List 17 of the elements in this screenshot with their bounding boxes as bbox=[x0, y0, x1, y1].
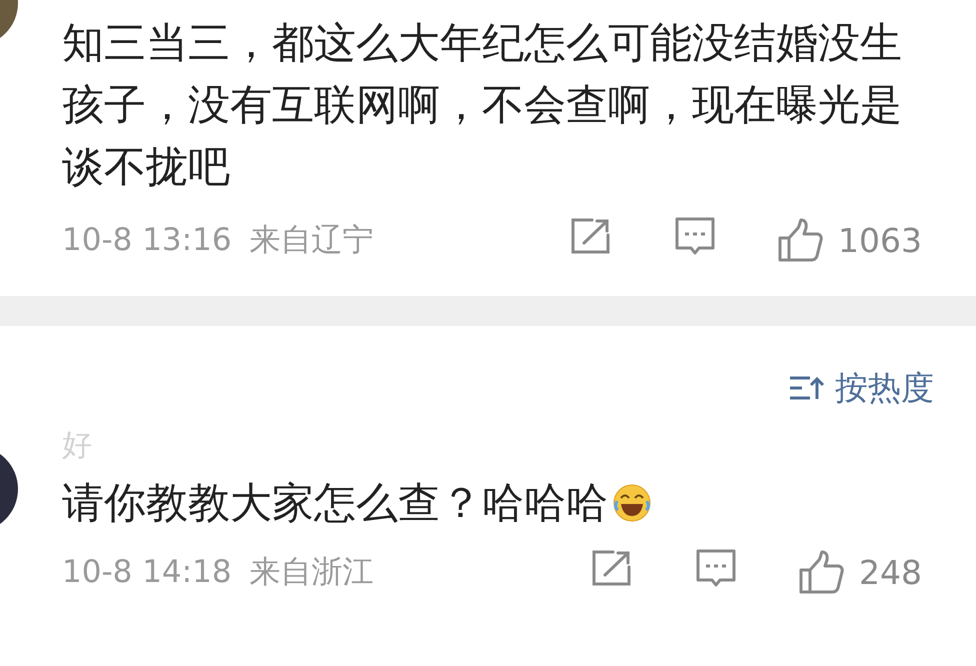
comment-text: 请你教教大家怎么查？哈哈哈 bbox=[62, 472, 922, 534]
comment-text: 知三当三，都这么大年纪怎么可能没结婚没生孩子，没有互联网啊，不会查啊，现在曝光是谈不拢吧 bbox=[62, 17, 903, 193]
thumbs-up-icon[interactable] bbox=[778, 218, 824, 262]
like-count: 1063 bbox=[838, 220, 922, 260]
sort-icon bbox=[789, 375, 825, 401]
share-icon[interactable] bbox=[591, 549, 633, 587]
comment-time: 10-8 14:18 bbox=[62, 554, 232, 590]
comment-icon[interactable] bbox=[674, 216, 716, 256]
comment-location: 来自浙江 bbox=[250, 553, 374, 592]
laughing-face-icon bbox=[612, 483, 652, 523]
comment-location: 来自辽宁 bbox=[250, 221, 374, 260]
thumbs-up-icon[interactable] bbox=[799, 550, 845, 594]
sort-button[interactable]: 按热度 bbox=[789, 360, 934, 416]
share-icon[interactable] bbox=[570, 217, 612, 255]
comment-time: 10-8 13:16 bbox=[62, 222, 232, 258]
comment-icon[interactable] bbox=[695, 548, 737, 588]
like-count: 248 bbox=[859, 552, 922, 592]
